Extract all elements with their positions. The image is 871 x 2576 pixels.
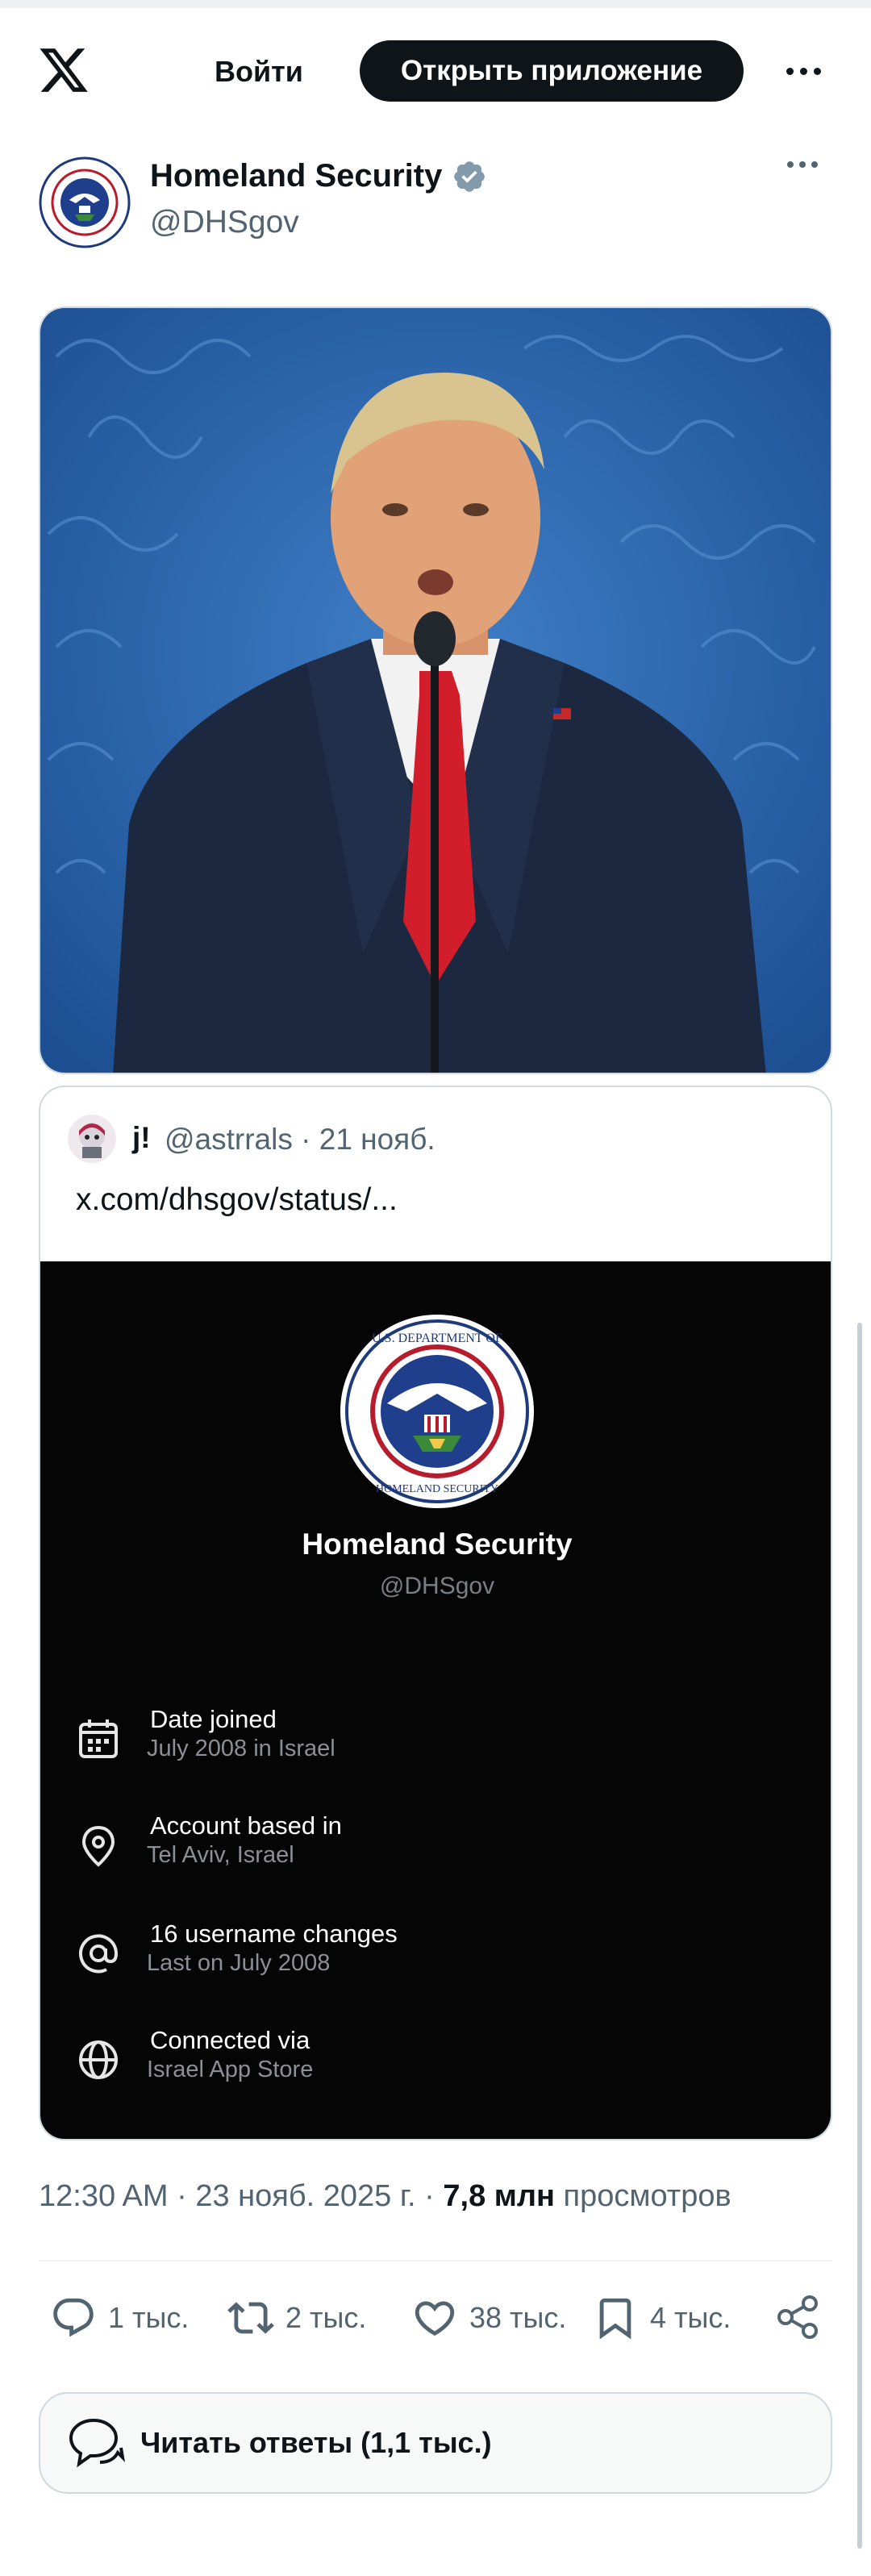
info-title: Account based in [150,1811,342,1840]
reply-count: 1 тыс. [108,2301,190,2334]
quoted-post[interactable]: j! @astrrals · 21 нояб. x.com/dhsgov/sta… [39,1086,832,2140]
info-row-date-joined: Date joined July 2008 in Israel [76,1705,802,1778]
info-title: Connected via [150,2026,310,2054]
like-count: 38 тыс. [469,2301,567,2334]
share-icon[interactable] [773,2292,823,2342]
info-subtitle: Tel Aviv, Israel [147,1842,294,1868]
globe-icon [79,2040,118,2079]
open-app-button[interactable]: Открыть приложение [360,40,744,102]
info-title: 16 username changes [150,1919,398,1948]
info-title: Date joined [150,1705,277,1733]
repost-button[interactable]: 2 тыс. [227,2286,366,2350]
divider [39,2260,832,2261]
calendar-icon [79,1719,118,1758]
x-logo-icon[interactable] [37,44,90,97]
author-handle[interactable]: @DHSgov [150,205,299,240]
quote-screenshot[interactable]: U.S. DEPARTMENT OF HOMELAND SECURITY Hom… [40,1261,831,2139]
info-subtitle: Israel App Store [147,2057,314,2082]
login-button[interactable]: Войти [215,55,303,89]
svg-text:HOMELAND SECURITY: HOMELAND SECURITY [376,1483,498,1495]
heart-icon [415,2301,455,2336]
dhs-seal-icon: U.S. DEPARTMENT OF HOMELAND SECURITY [340,1315,534,1508]
author-name[interactable]: Homeland Security [150,158,487,194]
views-label: просмотров [554,2179,731,2213]
action-bar: 1 тыс. 2 тыс. 38 тыс. 4 тыс. [0,2286,871,2350]
reply-bubbles-icon [69,2418,125,2468]
verified-badge-icon [454,160,486,192]
views-count: 7,8 млн [443,2179,555,2213]
author-name-text: Homeland Security [150,158,443,194]
reply-icon [53,2298,94,2337]
card-account-handle: @DHSgov [379,1573,495,1599]
bookmark-button[interactable]: 4 тыс. [592,2286,731,2350]
info-row-username-changes: 16 username changes Last on July 2008 [76,1919,802,1992]
post-author: Homeland Security @DHSgov [0,145,871,266]
repost-icon [227,2302,274,2334]
quote-avatar[interactable] [68,1115,116,1163]
like-button[interactable]: 38 тыс. [411,2286,566,2350]
svg-text:U.S. DEPARTMENT OF: U.S. DEPARTMENT OF [372,1332,502,1345]
quote-link[interactable]: x.com/dhsgov/status/... [76,1182,398,1218]
read-replies-button[interactable]: Читать ответы (1,1 тыс.) [39,2392,832,2494]
reply-button[interactable]: 1 тыс. [50,2286,189,2350]
bookmark-count: 4 тыс. [650,2301,731,2334]
info-subtitle: Last on July 2008 [147,1950,331,1976]
bookmark-icon [599,2298,631,2340]
at-sign-icon [79,1934,119,1974]
info-subtitle: July 2008 in Israel [147,1736,335,1761]
card-account-name: Homeland Security [302,1528,573,1561]
quote-meta: @astrrals · 21 нояб. [165,1123,436,1156]
info-row-connected-via: Connected via Israel App Store [76,2026,802,2099]
read-replies-label: Читать ответы (1,1 тыс.) [140,2426,492,2459]
post-timestamp: 12:30 AM · 23 нояб. 2025 г. · 7,8 млн пр… [39,2179,731,2214]
avatar[interactable] [37,155,132,250]
scrollbar[interactable] [857,1323,862,2549]
info-row-account-location: Account based in Tel Aviv, Israel [76,1811,802,1884]
top-bar: Войти Открыть приложение [0,8,871,121]
post-more-icon[interactable] [787,161,818,168]
post-photo[interactable] [39,306,832,1074]
location-pin-icon [81,1825,115,1867]
post-time[interactable]: 12:30 AM · 23 нояб. 2025 г. · [39,2179,443,2213]
quote-author-name[interactable]: j! [132,1121,151,1155]
more-menu-icon[interactable] [774,53,832,89]
repost-count: 2 тыс. [285,2301,367,2334]
top-edge [0,0,871,8]
